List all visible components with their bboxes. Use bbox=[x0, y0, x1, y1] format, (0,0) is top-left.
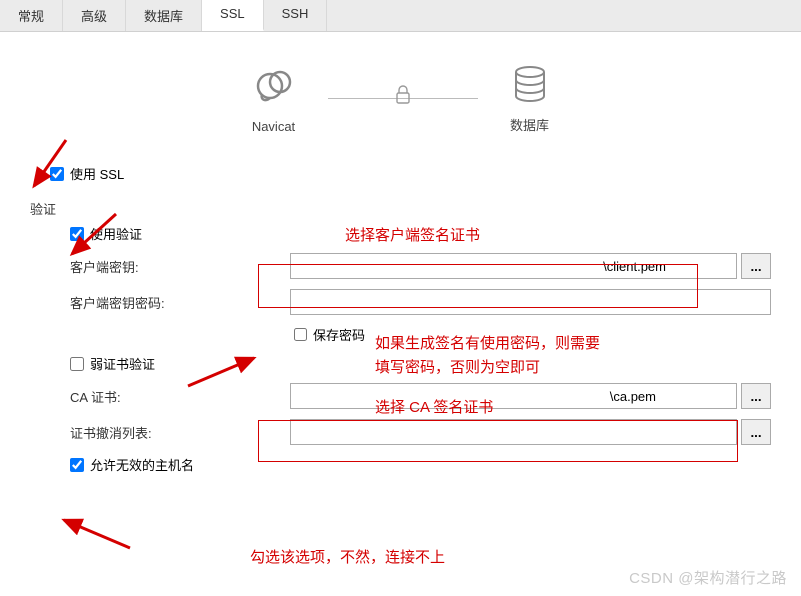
connection-diagram: Navicat 数据库 bbox=[30, 62, 771, 134]
save-pw-label: 保存密码 bbox=[313, 325, 365, 344]
annotation-allow-host: 勾选该选项，不然，连接不上 bbox=[250, 546, 445, 567]
use-ssl-checkbox[interactable] bbox=[50, 167, 64, 181]
navicat-icon bbox=[250, 98, 298, 113]
save-pw-row: 保存密码 bbox=[294, 325, 771, 344]
ca-cert-browse-button[interactable]: ... bbox=[741, 383, 771, 409]
content-panel: Navicat 数据库 使用 SSL 验证 使用验证 客户端密钥: ... 客户… bbox=[0, 32, 801, 596]
client-key-input[interactable] bbox=[290, 253, 737, 279]
tab-general[interactable]: 常规 bbox=[0, 0, 63, 31]
weak-verify-row: 弱证书验证 bbox=[70, 354, 771, 373]
client-key-pw-label: 客户端密钥密码: bbox=[70, 293, 290, 312]
client-key-browse-button[interactable]: ... bbox=[741, 253, 771, 279]
tabs-bar: 常规 高级 数据库 SSL SSH bbox=[0, 0, 801, 32]
weak-verify-label: 弱证书验证 bbox=[90, 354, 155, 373]
client-key-pw-input[interactable] bbox=[290, 289, 771, 315]
use-verify-checkbox[interactable] bbox=[70, 227, 84, 241]
crl-browse-button[interactable]: ... bbox=[741, 419, 771, 445]
crl-input[interactable] bbox=[290, 419, 737, 445]
use-verify-row: 使用验证 bbox=[70, 224, 771, 243]
ca-cert-row: CA 证书: ... bbox=[70, 383, 771, 409]
tab-database[interactable]: 数据库 bbox=[126, 0, 202, 31]
tab-ssl[interactable]: SSL bbox=[202, 0, 264, 31]
tab-advanced[interactable]: 高级 bbox=[63, 0, 126, 31]
use-ssl-label: 使用 SSL bbox=[70, 164, 124, 183]
verify-section-title: 验证 bbox=[30, 199, 771, 218]
tab-ssh[interactable]: SSH bbox=[264, 0, 328, 31]
crl-label: 证书撤消列表: bbox=[70, 423, 290, 442]
client-key-pw-row: 客户端密钥密码: bbox=[70, 289, 771, 315]
connection-line bbox=[328, 98, 478, 99]
arrow-to-allow-host bbox=[50, 512, 140, 556]
use-ssl-row: 使用 SSL bbox=[50, 164, 771, 183]
crl-row: 证书撤消列表: ... bbox=[70, 419, 771, 445]
allow-invalid-host-checkbox[interactable] bbox=[70, 458, 84, 472]
watermark: CSDN @架构潜行之路 bbox=[629, 567, 787, 588]
server-label: 数据库 bbox=[508, 115, 552, 134]
client-key-label: 客户端密钥: bbox=[70, 257, 290, 276]
server-node: 数据库 bbox=[508, 62, 552, 134]
client-key-row: 客户端密钥: ... bbox=[70, 253, 771, 279]
ca-cert-input[interactable] bbox=[290, 383, 737, 409]
client-label: Navicat bbox=[250, 119, 298, 134]
save-pw-checkbox[interactable] bbox=[294, 328, 307, 341]
lock-icon bbox=[394, 84, 412, 109]
database-icon bbox=[508, 94, 552, 109]
allow-invalid-host-row: 允许无效的主机名 bbox=[70, 455, 771, 474]
allow-invalid-host-label: 允许无效的主机名 bbox=[90, 455, 194, 474]
client-node: Navicat bbox=[250, 62, 298, 134]
use-verify-label: 使用验证 bbox=[90, 224, 142, 243]
weak-verify-checkbox[interactable] bbox=[70, 357, 84, 371]
ca-cert-label: CA 证书: bbox=[70, 387, 290, 406]
